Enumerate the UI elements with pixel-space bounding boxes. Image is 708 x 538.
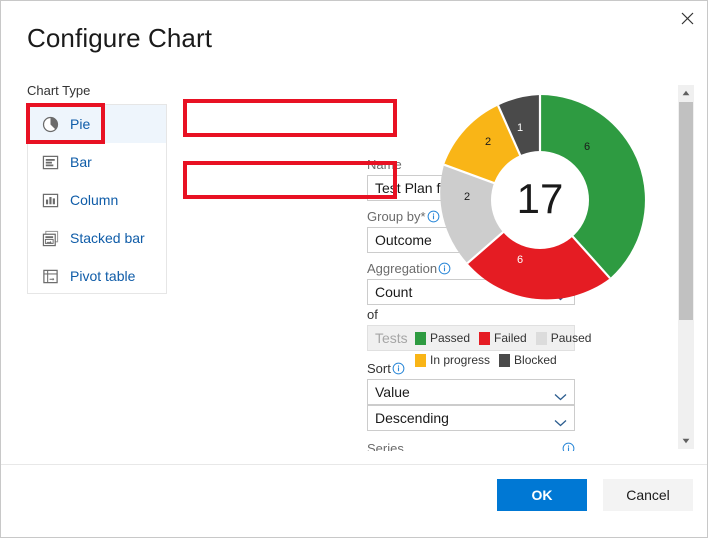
close-button[interactable]: [669, 3, 705, 33]
close-icon: [681, 12, 694, 25]
configure-chart-dialog: Configure Chart Chart Type Pie Bar Colum…: [0, 0, 708, 538]
vertical-scrollbar[interactable]: [678, 85, 694, 449]
chart-type-item-bar[interactable]: Bar: [28, 143, 166, 181]
donut-label-passed: 6: [584, 141, 590, 153]
chart-preview: 6 6 2 2 1 17 Passed Failed Paused In pro…: [409, 85, 671, 445]
chart-type-item-pivot-table[interactable]: Pivot table: [28, 257, 166, 295]
stacked-bar-chart-icon: [40, 228, 60, 248]
legend-swatch: [479, 332, 491, 345]
bar-chart-icon: [40, 152, 60, 172]
donut-label-paused: 2: [464, 191, 470, 203]
chart-type-item-column[interactable]: Column: [28, 181, 166, 219]
aggregation-value: Count: [375, 284, 413, 300]
legend-swatch: [415, 354, 426, 367]
legend-swatch: [499, 354, 511, 367]
donut-label-in-progress: 2: [485, 136, 491, 148]
pivot-table-icon: [40, 266, 60, 286]
donut-label-failed: 6: [517, 254, 523, 266]
donut-label-blocked: 1: [517, 122, 523, 134]
dialog-footer: OK Cancel: [1, 464, 707, 537]
chart-type-item-label: Pivot table: [70, 268, 136, 284]
info-icon[interactable]: [392, 362, 405, 375]
legend-swatch: [415, 332, 426, 345]
chart-type-item-stacked-bar[interactable]: Stacked bar: [28, 219, 166, 257]
of-input-value: Tests: [375, 330, 408, 346]
sort-field-value: Value: [375, 384, 410, 400]
legend-item-passed[interactable]: Passed: [415, 329, 470, 348]
scroll-up-arrow-icon[interactable]: [678, 85, 694, 101]
legend-label: Failed: [494, 331, 527, 345]
chart-type-item-pie[interactable]: Pie: [28, 105, 166, 143]
legend-label: Paused: [550, 331, 592, 345]
legend-item-paused[interactable]: Paused: [535, 329, 592, 348]
page-title: Configure Chart: [27, 23, 213, 53]
chart-type-item-label: Bar: [70, 154, 92, 170]
cancel-button[interactable]: Cancel: [603, 479, 693, 511]
series-label: Series: [367, 441, 404, 451]
legend-label: In progress: [430, 353, 491, 367]
chart-type-label: Chart Type: [27, 83, 91, 98]
pie-chart-icon: [40, 114, 60, 134]
donut-chart: 6 6 2 2 1 17: [425, 85, 655, 315]
legend-label: Passed: [430, 331, 471, 345]
chart-legend: Passed Failed Paused In progress Blocked: [415, 329, 667, 373]
donut-chart-svg: 6 6 2 2 1 17: [440, 95, 645, 300]
donut-center-total: 17: [517, 175, 564, 222]
chart-type-item-label: Column: [70, 192, 119, 208]
scroll-down-arrow-icon[interactable]: [678, 433, 694, 449]
chart-type-list: Pie Bar Column Stacked bar Pivot table: [27, 104, 167, 294]
ok-button[interactable]: OK: [497, 479, 587, 511]
legend-item-in-progress[interactable]: In progress: [415, 351, 490, 370]
legend-label: Blocked: [514, 353, 557, 367]
chart-type-item-label: Stacked bar: [70, 230, 145, 246]
column-chart-icon: [40, 190, 60, 210]
scrollbar-thumb[interactable]: [679, 102, 693, 320]
legend-item-blocked[interactable]: Blocked: [499, 351, 557, 370]
legend-item-failed[interactable]: Failed: [479, 329, 527, 348]
dialog-scroll-region: Name Test Plan for Cycle 1 Overview Grou…: [181, 77, 673, 451]
legend-swatch: [535, 332, 547, 345]
chart-type-item-label: Pie: [70, 116, 91, 132]
